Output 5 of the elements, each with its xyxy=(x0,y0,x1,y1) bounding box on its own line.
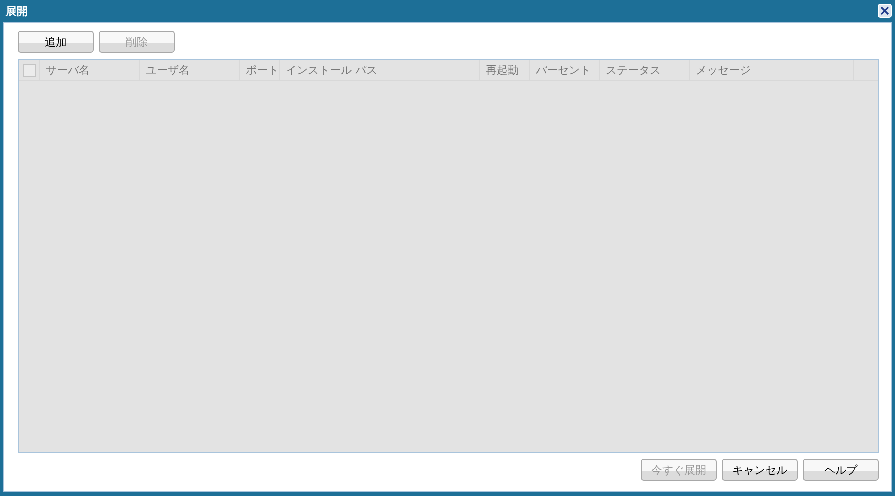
help-button[interactable]: ヘルプ xyxy=(803,459,879,481)
add-button[interactable]: 追加 xyxy=(18,31,94,53)
cancel-button[interactable]: キャンセル xyxy=(722,459,798,481)
window-title: 展開 xyxy=(5,4,28,18)
close-icon[interactable] xyxy=(878,4,892,18)
